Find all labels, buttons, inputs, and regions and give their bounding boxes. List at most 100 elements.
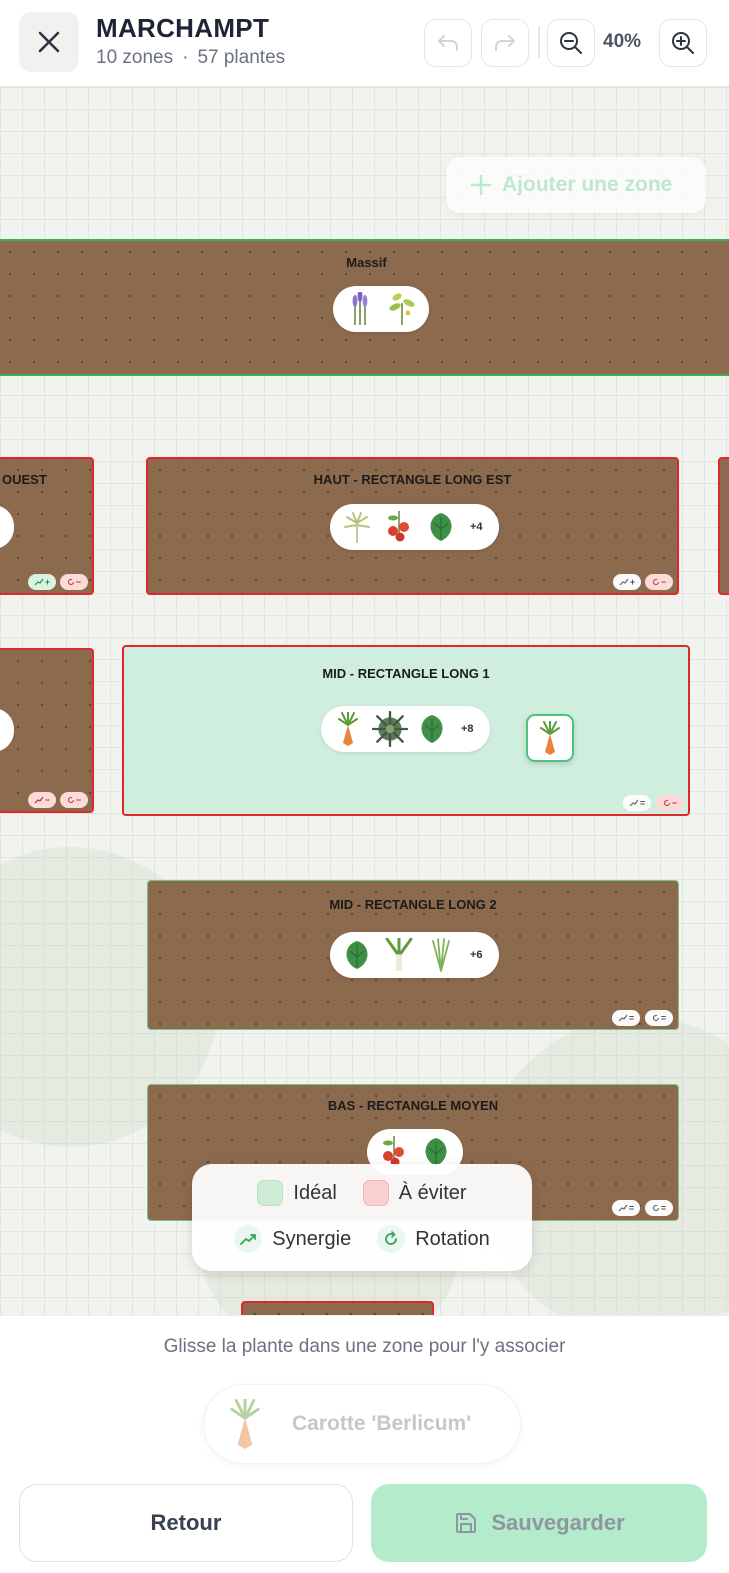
rotation-icon — [67, 797, 74, 803]
zoom-out-button[interactable] — [547, 19, 595, 67]
legend-ideal-label: Idéal — [293, 1181, 337, 1204]
zoom-level: 40% — [603, 31, 642, 52]
rotation-badge: − — [60, 792, 88, 808]
rotation-icon — [67, 579, 74, 585]
zone-haut-ouest[interactable]: OUEST + − — [0, 457, 94, 595]
redo-button[interactable] — [481, 19, 529, 67]
carrot-icon — [329, 710, 367, 748]
rotation-badge: − — [645, 574, 673, 590]
zone-plants[interactable]: +8 — [321, 706, 490, 752]
rotation-badge: − — [60, 574, 88, 590]
rotation-icon — [377, 1225, 406, 1253]
zone-mid-2[interactable]: MID - RECTANGLE LONG 2 +6 = = — [147, 880, 679, 1030]
carrot-icon — [540, 721, 560, 755]
zone-plants[interactable] — [0, 505, 14, 549]
synergy-icon — [618, 1204, 628, 1212]
tomato-icon — [380, 508, 418, 546]
synergy-icon — [34, 796, 44, 804]
synergy-icon — [34, 578, 44, 586]
zone-plants[interactable]: +4 — [330, 504, 499, 550]
add-zone-label: Ajouter une zone — [502, 173, 673, 196]
zoom-out-icon — [560, 32, 582, 54]
toolbar-divider — [538, 26, 540, 58]
zone-mid-ouest[interactable]: − − — [0, 648, 94, 813]
more-plants-count: +6 — [470, 949, 483, 961]
top-bar: MARCHAMPT 10 zones · 57 plantes 40% — [0, 0, 729, 87]
lettuce-icon — [413, 710, 451, 748]
zoom-in-button[interactable] — [659, 19, 707, 67]
artichoke-icon — [371, 710, 409, 748]
zone-plants[interactable]: +6 — [330, 932, 499, 978]
plus-icon — [470, 174, 492, 196]
zone-plants[interactable] — [333, 286, 429, 332]
rotation-badge: − — [656, 795, 684, 811]
plants-count: 57 plantes — [197, 47, 286, 68]
legend-avoid-label: À éviter — [398, 1181, 467, 1204]
legend-synergy-label: Synergie — [272, 1227, 352, 1250]
zone-label: MID - RECTANGLE LONG 1 — [322, 666, 490, 681]
zone-plants[interactable] — [0, 708, 14, 752]
drag-hint: Glisse la plante dans une zone pour l'y … — [163, 1336, 566, 1357]
synergy-icon — [629, 799, 639, 807]
herb-icon — [383, 290, 421, 328]
more-plants-count: +8 — [461, 723, 474, 735]
rotation-badge: = — [645, 1200, 673, 1216]
undo-icon — [438, 35, 458, 51]
rotation-badge: = — [645, 1010, 673, 1026]
legend: Idéal À éviter Synergie Rotation — [192, 1164, 532, 1271]
legend-ideal: Idéal — [257, 1180, 337, 1206]
rotation-icon — [652, 1015, 659, 1021]
synergy-icon — [234, 1225, 263, 1253]
zone-label: Massif — [346, 255, 387, 270]
zoom-in-icon — [672, 32, 694, 54]
leek-icon — [380, 936, 418, 974]
synergy-badge: = — [612, 1200, 640, 1216]
legend-synergy: Synergie — [234, 1225, 351, 1253]
save-button[interactable]: Sauvegarder — [371, 1484, 707, 1562]
synergy-badge: + — [613, 574, 641, 590]
synergy-badge: = — [612, 1010, 640, 1026]
lettuce-icon — [422, 508, 460, 546]
legend-rotation-label: Rotation — [415, 1227, 490, 1250]
close-icon — [38, 31, 60, 53]
rotation-icon — [652, 1205, 659, 1211]
zone-massif[interactable]: Massif — [0, 239, 729, 376]
garden-canvas[interactable]: Ajouter une zone Massif OUEST + − HAUT -… — [0, 87, 729, 1315]
synergy-badge: = — [623, 795, 651, 811]
undo-button[interactable] — [424, 19, 472, 67]
avoid-swatch — [362, 1180, 389, 1206]
zone-label: BAS - RECTANGLE MOYEN — [327, 1098, 499, 1113]
legend-avoid: À éviter — [362, 1180, 467, 1206]
zone-label: HAUT - RECTANGLE LONG EST — [313, 472, 512, 487]
synergy-badge: − — [28, 792, 56, 808]
back-button[interactable]: Retour — [19, 1484, 353, 1562]
selected-plant-chip[interactable]: Carotte 'Berlicum' — [203, 1384, 521, 1464]
zones-count: 10 zones — [96, 47, 174, 68]
add-zone-button[interactable]: Ajouter une zone — [446, 157, 706, 213]
zone-bottom-partial[interactable] — [241, 1301, 434, 1315]
lettuce-icon — [338, 936, 376, 974]
save-icon — [456, 1513, 477, 1533]
more-plants-count: +4 — [470, 521, 483, 533]
zone-label: MID - RECTANGLE LONG 2 — [329, 897, 497, 912]
synergy-badge: + — [28, 574, 56, 590]
carrot-icon — [230, 1399, 260, 1449]
zone-haut-right[interactable] — [718, 457, 729, 595]
zone-haut-est[interactable]: HAUT - RECTANGLE LONG EST +4 + − — [146, 457, 679, 595]
close-button[interactable] — [19, 12, 79, 72]
synergy-icon — [619, 578, 629, 586]
rotation-icon — [652, 579, 659, 585]
zone-mid-1[interactable]: MID - RECTANGLE LONG 1 +8 = − — [122, 645, 690, 816]
redo-icon — [495, 35, 515, 51]
garden-title: MARCHAMPT — [96, 13, 270, 43]
bottom-panel: Glisse la plante dans une zone pour l'y … — [0, 1315, 729, 1573]
herb-icon — [338, 508, 376, 546]
rotation-icon — [663, 800, 670, 806]
dragged-plant[interactable] — [526, 714, 574, 762]
selected-plant-name: Carotte 'Berlicum' — [292, 1412, 472, 1435]
save-label: Sauvegarder — [491, 1510, 625, 1535]
lavender-icon — [341, 290, 379, 328]
ideal-swatch — [257, 1180, 284, 1206]
stats-separator: · — [182, 47, 189, 68]
chive-icon — [422, 936, 460, 974]
